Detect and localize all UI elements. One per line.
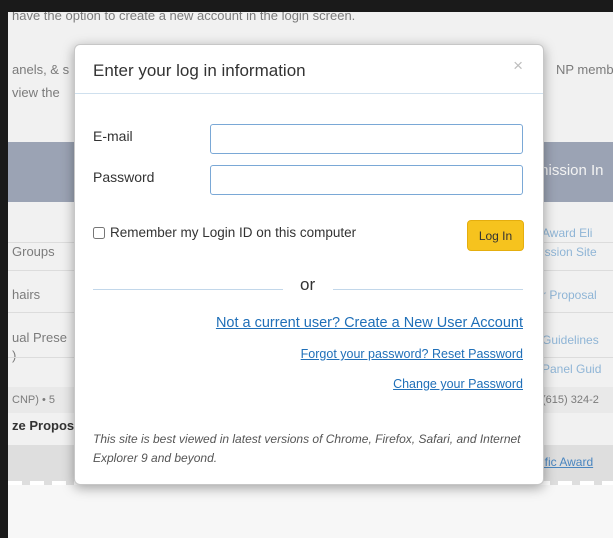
or-divider-left xyxy=(93,289,283,290)
background-header-text: mission In xyxy=(536,162,604,179)
reset-password-link[interactable]: Forgot your password? Reset Password xyxy=(301,347,523,361)
browser-support-note: This site is best viewed in latest versi… xyxy=(93,432,521,465)
log-in-button[interactable]: Log In xyxy=(467,220,524,251)
dialog-header-divider xyxy=(75,93,543,94)
background-text: ual Prese xyxy=(12,330,67,345)
background-text: ) xyxy=(12,348,17,363)
create-account-link[interactable]: Not a current user? Create a New User Ac… xyxy=(216,315,523,331)
remember-login-option[interactable]: Remember my Login ID on this computer xyxy=(93,225,356,240)
or-separator: or xyxy=(300,275,316,294)
change-password-link[interactable]: Change your Password xyxy=(393,377,523,391)
background-text: hairs xyxy=(12,287,41,302)
background-table-body xyxy=(8,485,613,538)
dialog-title: Enter your log in information xyxy=(93,61,306,80)
close-icon[interactable]: × xyxy=(513,57,523,74)
background-link[interactable]: Panel Guid xyxy=(542,362,601,376)
background-link[interactable]: Award Eli xyxy=(542,226,592,240)
remember-login-label: Remember my Login ID on this computer xyxy=(110,225,357,240)
background-section-text: ze Propos xyxy=(12,418,75,433)
remember-login-checkbox[interactable] xyxy=(93,226,105,239)
background-link[interactable]: Guidelines xyxy=(542,333,599,347)
background-intro-text: have the option to create a new account … xyxy=(12,12,356,23)
background-text: anels, & s xyxy=(12,62,70,77)
background-link[interactable]: ission Site xyxy=(542,245,597,259)
background-text: Groups xyxy=(12,244,55,259)
email-field[interactable] xyxy=(210,124,523,154)
background-footer-text: CNP) • 5 xyxy=(12,394,55,406)
background-link[interactable]: r Proposal xyxy=(542,288,597,302)
email-label: E-mail xyxy=(93,128,133,144)
password-label: Password xyxy=(93,169,155,185)
password-field[interactable] xyxy=(210,165,523,195)
or-divider-right xyxy=(333,289,523,290)
background-link[interactable]: ific Award xyxy=(542,455,593,469)
background-text: view the xyxy=(12,85,60,100)
background-text: NP member xyxy=(556,62,613,77)
login-dialog: Enter your log in information × E-mail P… xyxy=(74,44,544,485)
background-footer-text: (615) 324-2 xyxy=(542,394,599,406)
